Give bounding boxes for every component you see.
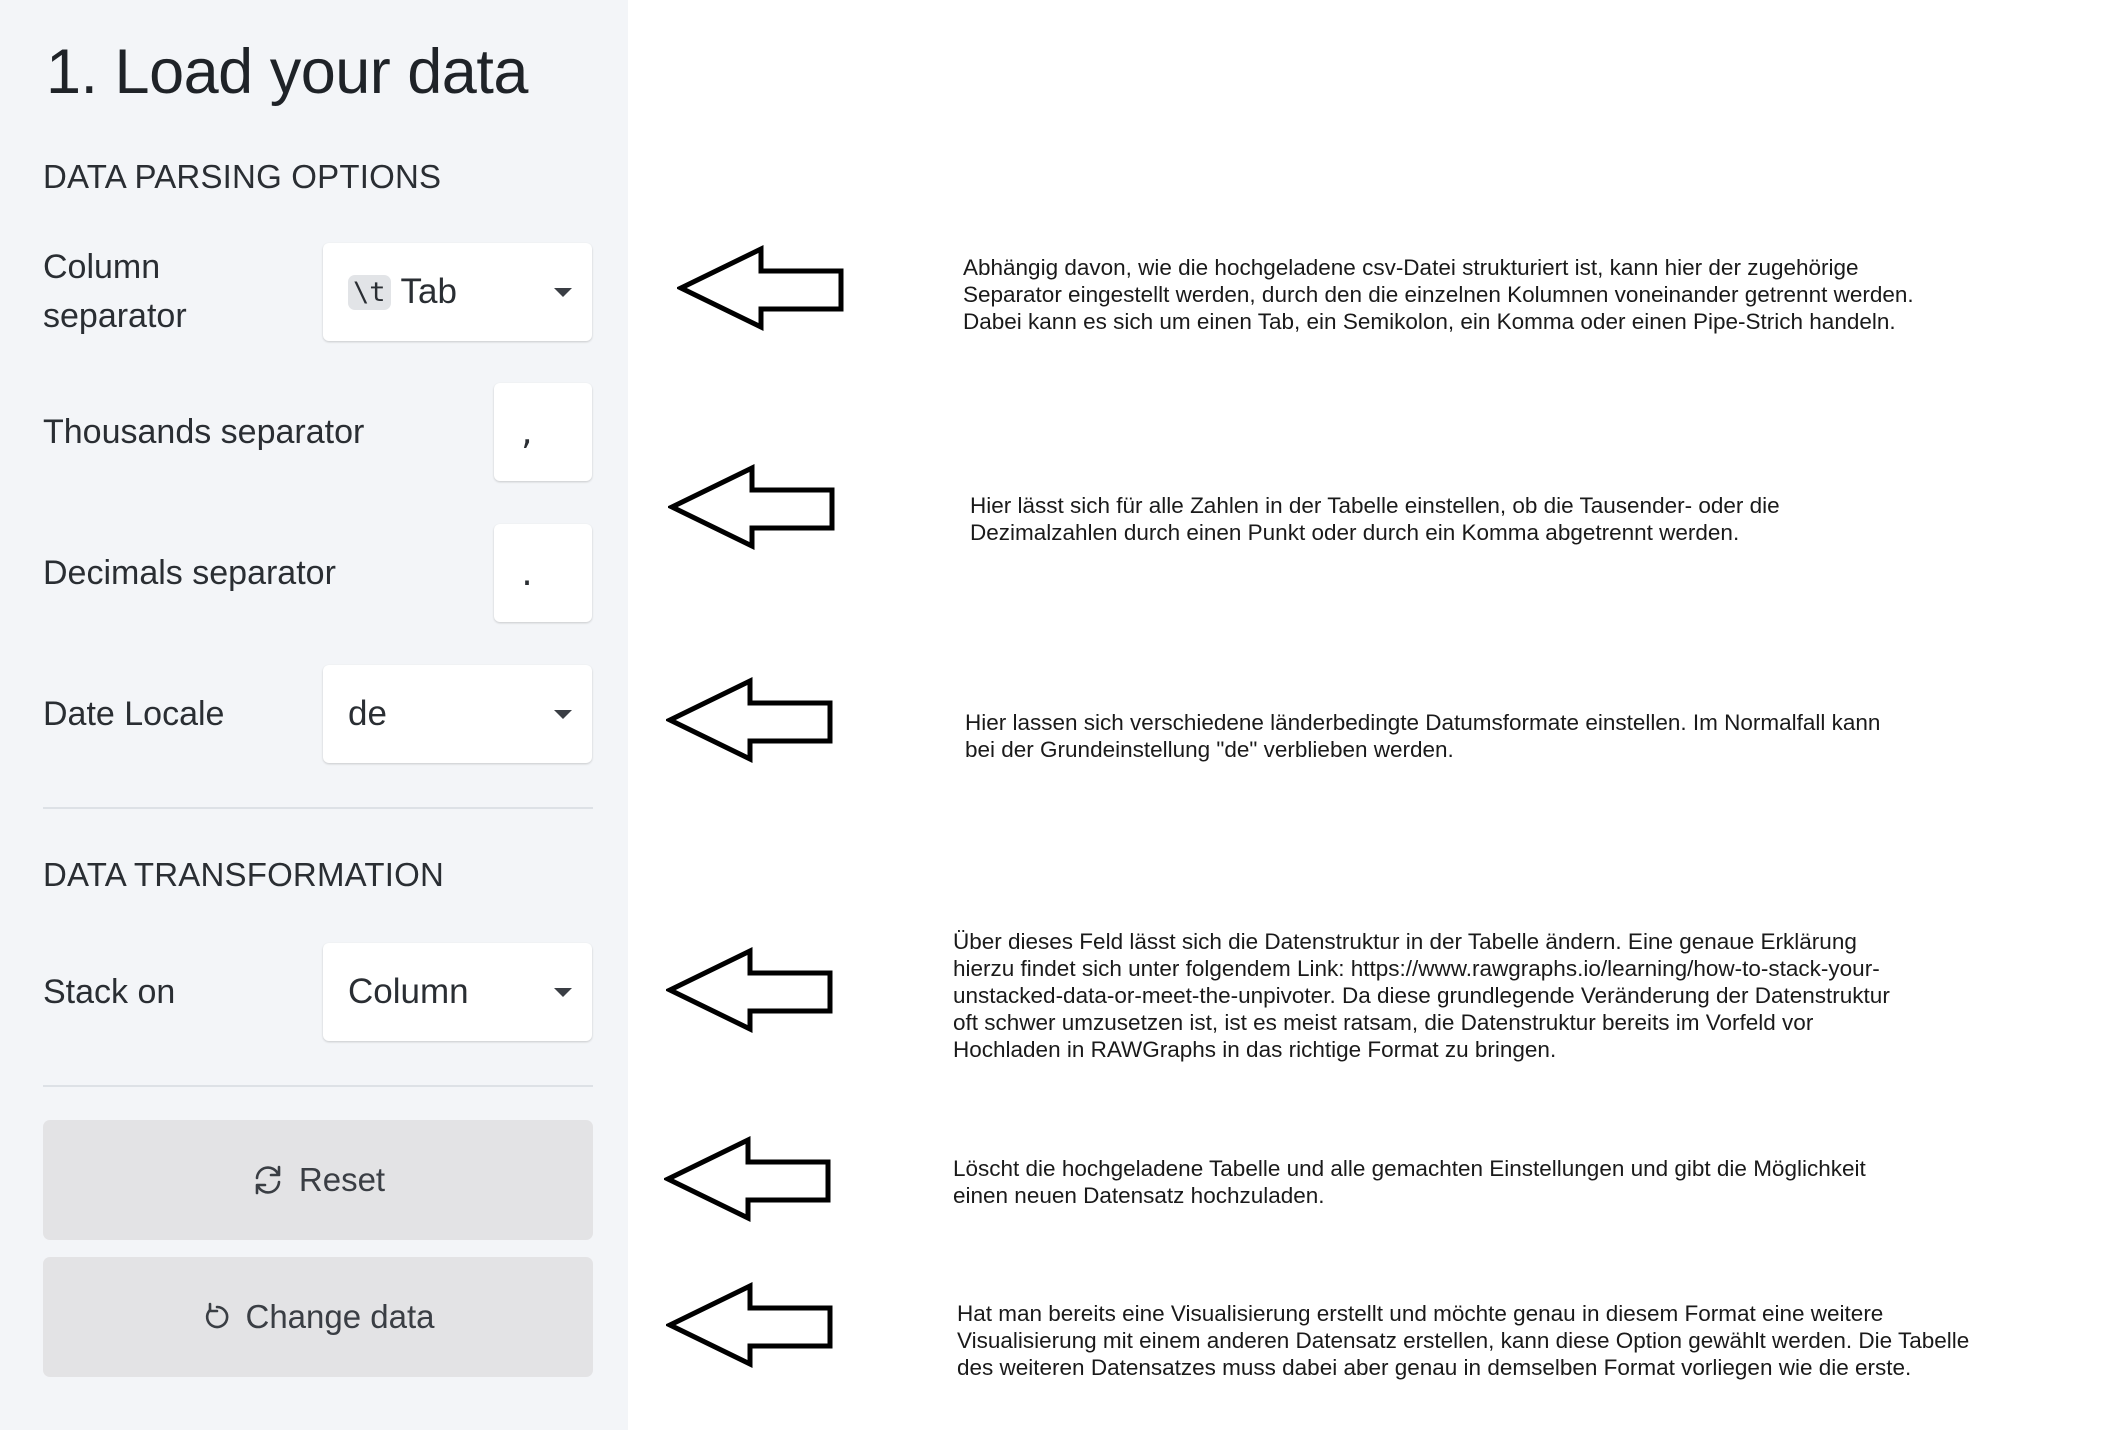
stack-on-label: Stack on bbox=[43, 973, 176, 1011]
decimals-separator-label: Decimals separator bbox=[43, 554, 336, 592]
refresh-icon bbox=[255, 1165, 281, 1195]
section-title-parsing: DATA PARSING OPTIONS bbox=[43, 158, 442, 195]
arrow-left-icon bbox=[664, 1136, 831, 1222]
date-locale-label: Date Locale bbox=[43, 695, 225, 733]
annotation-change-data: Hat man bereits eine Visualisierung erst… bbox=[957, 1301, 1970, 1380]
change-data-button[interactable]: Change data bbox=[43, 1257, 593, 1377]
stack-on-value: Column bbox=[348, 972, 469, 1011]
annotation-reset: Löscht die hochgeladene Tabelle und alle… bbox=[953, 1156, 1866, 1208]
change-data-button-label: Change data bbox=[245, 1298, 435, 1335]
section-title-transformation: DATA TRANSFORMATION bbox=[43, 856, 445, 893]
date-locale-value: de bbox=[348, 694, 387, 733]
thousands-separator-label: Thousands separator bbox=[43, 413, 365, 451]
decimals-separator-input[interactable]: . bbox=[494, 524, 592, 622]
chevron-down-icon bbox=[554, 988, 572, 997]
divider bbox=[43, 807, 593, 809]
tab-key-badge: \t bbox=[348, 274, 391, 310]
arrow-left-icon bbox=[666, 677, 833, 763]
undo-icon bbox=[205, 1302, 228, 1329]
column-separator-label: Column separator bbox=[43, 248, 187, 335]
arrow-left-icon bbox=[668, 464, 835, 550]
page-title: 1. Load your data bbox=[46, 37, 528, 107]
reset-button[interactable]: Reset bbox=[43, 1120, 593, 1240]
annotation-date-locale: Hier lassen sich verschiedene länderbedi… bbox=[965, 710, 1881, 762]
stack-on-select[interactable]: Column bbox=[323, 943, 592, 1041]
column-separator-select[interactable]: \t Tab bbox=[323, 243, 592, 341]
divider bbox=[43, 1085, 593, 1087]
chevron-down-icon bbox=[554, 288, 572, 297]
annotation-stack-on: Über dieses Feld lässt sich die Datenstr… bbox=[953, 929, 1890, 1062]
arrow-left-icon bbox=[677, 245, 844, 331]
annotation-column-separator: Abhängig davon, wie die hochgeladene csv… bbox=[963, 255, 1914, 334]
sidebar-panel: 1. Load your data DATA PARSING OPTIONS C… bbox=[0, 0, 628, 1430]
reset-button-label: Reset bbox=[298, 1161, 386, 1198]
column-separator-value: Tab bbox=[400, 272, 457, 311]
thousands-separator-input[interactable]: , bbox=[494, 383, 592, 481]
annotation-number-separators: Hier lässt sich für alle Zahlen in der T… bbox=[970, 493, 1780, 545]
date-locale-select[interactable]: de bbox=[323, 665, 592, 763]
arrow-left-icon bbox=[666, 947, 833, 1033]
chevron-down-icon bbox=[554, 710, 572, 719]
arrow-left-icon bbox=[666, 1282, 833, 1368]
